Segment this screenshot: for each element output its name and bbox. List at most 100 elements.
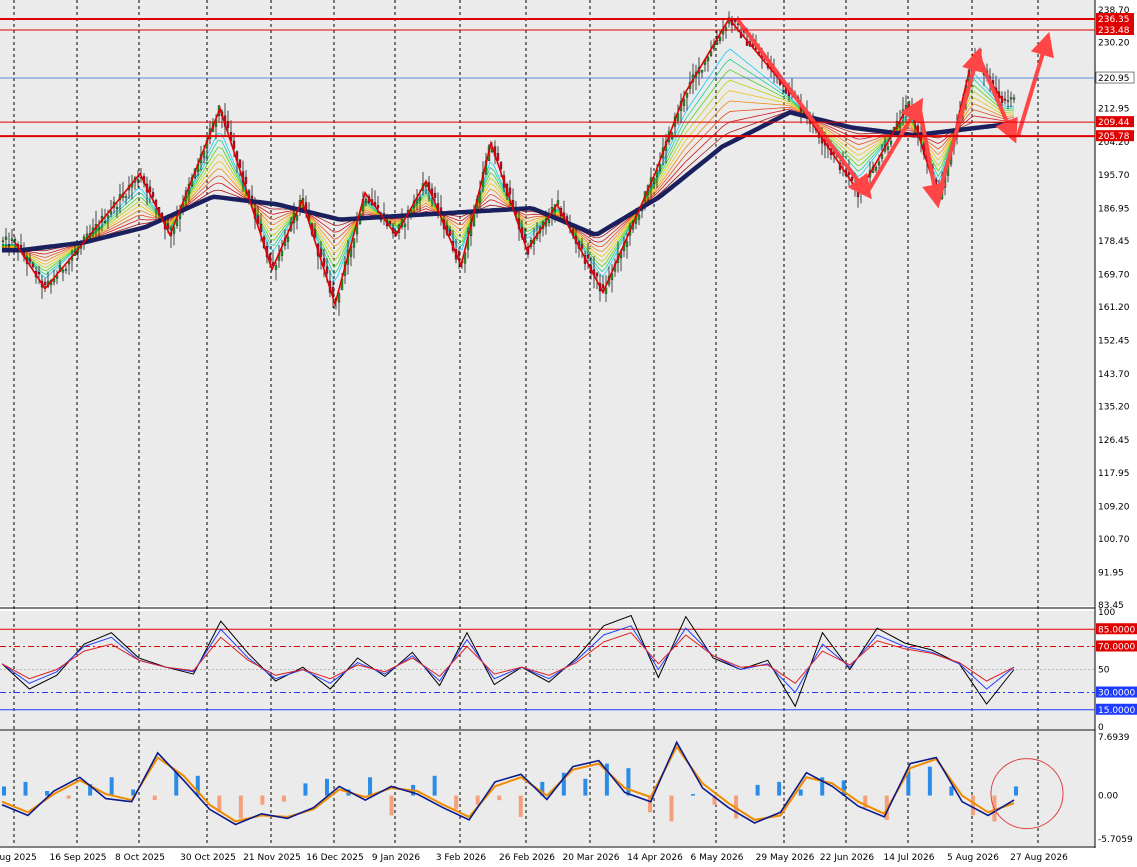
oscillator-level-label: 70.0000 <box>1098 643 1135 653</box>
candle-body <box>388 221 392 224</box>
macd-histogram-bar <box>109 777 114 796</box>
price-tick-label: 100.70 <box>1098 535 1130 545</box>
candle-body <box>244 176 248 184</box>
candle-body <box>586 254 590 259</box>
candle-body <box>499 161 503 170</box>
candle-body <box>706 57 710 62</box>
candle-body <box>10 238 14 241</box>
macd-histogram-bar <box>798 789 803 796</box>
candle-body <box>4 236 8 240</box>
candle-body <box>457 251 461 257</box>
candle-body <box>295 214 299 221</box>
candle-body <box>1009 97 1013 100</box>
candle-body <box>28 258 32 262</box>
time-tick-label: 20 Mar 2026 <box>562 853 619 863</box>
time-tick-label: 5 Aug 2026 <box>947 853 999 863</box>
candle-body <box>1 240 5 243</box>
candle-body <box>337 293 341 303</box>
macd-histogram-bar <box>238 795 243 819</box>
macd-histogram-bar <box>152 795 157 801</box>
candle-body <box>61 269 65 273</box>
candle-body <box>259 224 263 232</box>
candle-body <box>37 271 41 275</box>
candle-body <box>889 141 893 145</box>
candle-body <box>325 266 329 274</box>
macd-histogram-bar <box>475 795 480 805</box>
price-tick-label: 212.95 <box>1098 105 1130 115</box>
candle-body <box>352 238 356 248</box>
candle-body <box>106 215 110 219</box>
candle-body <box>286 236 290 242</box>
macd-histogram-bar <box>927 766 932 796</box>
candle-body <box>7 244 11 247</box>
price-tick-label: 186.95 <box>1098 204 1130 214</box>
price-tick-label: 143.70 <box>1098 370 1130 380</box>
candle-body <box>448 229 452 236</box>
price-level-label: 233.48 <box>1098 26 1130 36</box>
price-level-label: 236.35 <box>1098 15 1130 25</box>
macd-histogram-bar <box>324 778 329 796</box>
price-tick-label: 91.95 <box>1098 568 1124 578</box>
candle-body <box>64 269 68 271</box>
macd-histogram-bar <box>626 768 631 796</box>
macd-histogram-bar <box>389 795 394 816</box>
oscillator-level-label: 85.0000 <box>1098 625 1135 635</box>
price-tick-label: 230.20 <box>1098 39 1130 49</box>
macd-histogram-bar <box>45 790 50 796</box>
chart-canvas[interactable]: Aug 2025 16 Sep 2025 8 Oct 2025 30 Oct 2025… <box>0 0 1137 863</box>
candle-body <box>418 197 422 201</box>
oscillator-level-label: 15.0000 <box>1098 706 1135 716</box>
macd-histogram-bar <box>454 795 459 810</box>
time-tick-label: 21 Nov 2025 <box>243 853 301 863</box>
macd-histogram-bar <box>755 784 760 796</box>
macd-tick-label: 7.6939 <box>1098 733 1130 743</box>
candle-body <box>274 265 278 270</box>
time-tick-label: 14 Apr 2026 <box>627 853 683 863</box>
price-panel-background <box>0 0 1095 606</box>
candle-body <box>31 263 35 267</box>
candle-body <box>601 284 605 289</box>
time-tick-label: 8 Oct 2025 <box>115 853 165 863</box>
time-tick-label: 26 Feb 2026 <box>499 853 555 863</box>
candle-body <box>709 51 713 56</box>
candle-body <box>13 239 17 242</box>
current-price-label: 220.95 <box>1098 74 1130 84</box>
macd-histogram-bar <box>518 795 523 817</box>
time-tick-label: 22 Jun 2026 <box>820 853 874 863</box>
candle-body <box>886 146 890 150</box>
candle-body <box>685 92 689 98</box>
candle-body <box>364 198 368 203</box>
macd-tick-label: -5.7059 <box>1098 835 1133 845</box>
candle-body <box>313 229 317 238</box>
candle-body <box>109 211 113 215</box>
trading-chart[interactable]: Aug 2025 16 Sep 2025 8 Oct 2025 30 Oct 2025… <box>0 0 1137 863</box>
price-tick-label: 135.20 <box>1098 403 1130 413</box>
candle-body <box>874 167 878 171</box>
candle-body <box>877 161 881 166</box>
oscillator-tick-label: 50 <box>1098 666 1110 676</box>
candle-body <box>595 272 599 277</box>
candle-body <box>478 193 482 204</box>
candle-body <box>580 244 584 249</box>
oscillator-level-label: 30.0000 <box>1098 689 1135 699</box>
time-tick-label: 6 May 2026 <box>691 853 744 863</box>
time-tick-label: 16 Dec 2025 <box>306 853 364 863</box>
oscillator-panel-background <box>0 611 1095 729</box>
macd-histogram-bar <box>368 777 373 796</box>
macd-histogram-bar <box>669 795 674 822</box>
macd-histogram-bar <box>691 794 696 796</box>
price-tick-label: 109.20 <box>1098 502 1130 512</box>
price-tick-label: 195.70 <box>1098 171 1130 181</box>
oscillator-tick-label: 100 <box>1098 608 1115 618</box>
macd-histogram-bar <box>497 795 502 801</box>
macd-histogram-bar <box>260 795 265 805</box>
price-tick-label: 169.70 <box>1098 270 1130 280</box>
candle-body <box>124 196 128 198</box>
candle-body <box>733 20 737 22</box>
candle-body <box>280 250 284 256</box>
candle-body <box>718 37 722 41</box>
macd-histogram-bar <box>970 795 975 816</box>
candle-body <box>97 227 101 230</box>
candle-body <box>103 221 107 223</box>
candle-body <box>508 187 512 195</box>
